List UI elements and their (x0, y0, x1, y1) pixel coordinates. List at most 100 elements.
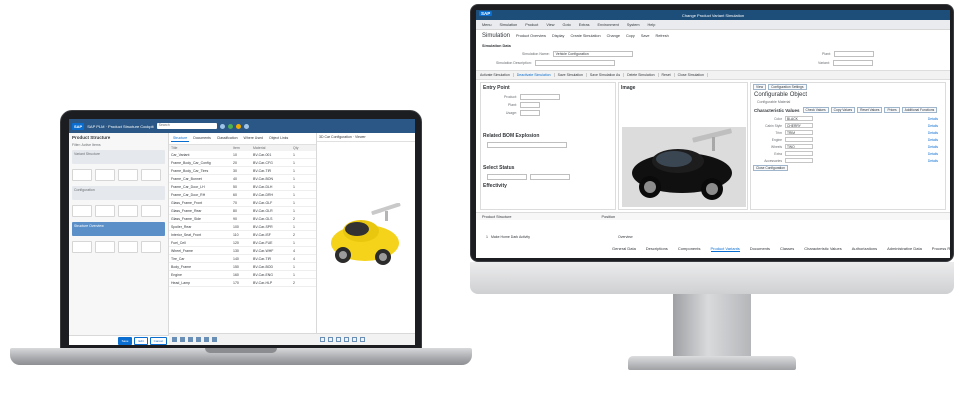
detail-tab[interactable]: Classes (780, 246, 794, 252)
structure-row[interactable]: 1 Make Home Dark Activity (480, 234, 536, 240)
table-row[interactable]: Frame_Car_Bonnet 40 BV-Car-BON 1 (169, 175, 316, 183)
table-row[interactable]: Head_Lamp 170 BV-Car-HLP 2 (169, 279, 316, 287)
action-button[interactable]: Deactivate Simulation (517, 73, 555, 77)
search-input[interactable]: Search (156, 123, 217, 129)
yellow-car-model[interactable] (327, 203, 405, 273)
tile[interactable] (72, 169, 92, 181)
usage-input[interactable] (520, 110, 540, 116)
table-row[interactable]: Glass_Frame_Front 70 BV-Car-GLF 1 (169, 199, 316, 207)
expand-icon[interactable] (172, 337, 177, 342)
detail-tab[interactable]: Administrative Data (887, 246, 922, 252)
action-button[interactable]: Delete Simulation (627, 73, 659, 77)
status-input-to[interactable] (530, 174, 570, 180)
sort-icon[interactable] (196, 337, 201, 342)
measure-icon[interactable] (352, 337, 357, 342)
toolbar-button[interactable]: Copy (626, 34, 635, 38)
left-band-2[interactable]: Configuration (72, 186, 165, 200)
details-link[interactable]: Details (928, 145, 942, 149)
product-input[interactable] (520, 94, 560, 100)
detail-tab[interactable]: Process Route (932, 246, 950, 252)
menu-item[interactable]: Menu (482, 23, 492, 27)
characteristic-value-input[interactable] (785, 151, 813, 156)
left-panel-filter[interactable]: Filter: Active Items (69, 142, 168, 148)
toolbar-button[interactable]: Product Overview (516, 34, 546, 38)
simulation-description-input[interactable] (534, 60, 615, 66)
collapse-icon[interactable] (180, 337, 185, 342)
tab-documents[interactable]: Documents (191, 135, 213, 142)
copy-values-button[interactable]: Copy Values (830, 107, 856, 113)
prices-button[interactable]: Prices (884, 107, 900, 113)
notification-icon[interactable] (227, 123, 233, 129)
check-values-button[interactable]: Check Values (802, 107, 829, 113)
additional-functions-button[interactable]: Additional Functions (901, 107, 938, 113)
action-button[interactable]: Save Simulation (558, 73, 587, 77)
detail-tab[interactable]: Components (678, 246, 701, 252)
search-icon[interactable] (219, 123, 225, 129)
menu-item[interactable]: Environment (598, 23, 619, 27)
menu-item[interactable]: Goto (563, 23, 571, 27)
detail-tab[interactable]: General Data (612, 246, 636, 252)
table-row[interactable]: Wheel_Frame 130 BV-Car-WHF 4 (169, 247, 316, 255)
table-row[interactable]: Frame_Body_Car_Config 20 BV-Car-CFG 1 (169, 159, 316, 167)
rotate-icon[interactable] (320, 337, 325, 342)
characteristic-value-input[interactable]: TRIM (785, 130, 813, 135)
zoom-icon[interactable] (336, 337, 341, 342)
table-row[interactable]: Frame_Car_Door_RH 60 BV-Car-DRH 1 (169, 191, 316, 199)
col-material[interactable]: Material (253, 146, 293, 150)
save-button[interactable]: Save (117, 336, 133, 345)
characteristic-value-input[interactable]: BLACK (785, 116, 813, 121)
col-item[interactable]: Item (233, 146, 253, 150)
tile[interactable] (118, 241, 138, 253)
table-row[interactable]: Interior_Seat_Front 110 BV-Car-ISF 2 (169, 231, 316, 239)
toolbar-button[interactable]: Display (552, 34, 564, 38)
configuration-settings-button[interactable]: Configuration Settings (768, 84, 807, 90)
detail-tab[interactable]: Characteristic Values (804, 246, 842, 252)
detail-tab[interactable]: Product Variants (710, 246, 740, 252)
table-row[interactable]: Glass_Frame_Rear 80 BV-Car-GLR 1 (169, 207, 316, 215)
menu-item[interactable]: Simulation (500, 23, 518, 27)
menu-item[interactable]: Help (648, 23, 656, 27)
characteristic-value-input[interactable] (785, 137, 813, 142)
export-icon[interactable] (204, 337, 209, 342)
action-button[interactable]: Save Simulation As (590, 73, 625, 77)
table-row[interactable]: Glass_Frame_Side 90 BV-Car-GLS 2 (169, 215, 316, 223)
toolbar-button[interactable]: Refresh (655, 34, 668, 38)
edit-button[interactable]: Edit (134, 336, 148, 345)
tab-object-links[interactable]: Object Links (267, 135, 290, 142)
table-row[interactable]: Fuel_Cell 120 BV-Car-FUE 1 (169, 239, 316, 247)
tile[interactable] (141, 205, 161, 217)
action-button[interactable]: Activate Simulation (480, 73, 514, 77)
cancel-button[interactable]: Cancel (149, 336, 167, 345)
detail-tab[interactable]: Descriptions (646, 246, 668, 252)
left-band-3[interactable]: Structure Overview (72, 222, 165, 236)
menu-item[interactable]: Product (525, 23, 538, 27)
details-link[interactable]: Details (928, 152, 942, 156)
table-row[interactable]: Body_Frame 150 BV-Car-BOD 1 (169, 263, 316, 271)
action-button[interactable]: Reset (662, 73, 675, 77)
camera-icon[interactable] (360, 337, 365, 342)
tile[interactable] (141, 169, 161, 181)
variant-input[interactable] (832, 60, 873, 66)
user-avatar-icon[interactable] (243, 123, 249, 129)
tile[interactable] (141, 241, 161, 253)
col-title[interactable]: Title (171, 146, 233, 150)
col-qty[interactable]: Qty (293, 146, 313, 150)
filter-icon[interactable] (188, 337, 193, 342)
table-row[interactable]: Car_Variant 10 BV-Car-001 1 (169, 151, 316, 159)
details-link[interactable]: Details (928, 124, 942, 128)
table-row[interactable]: Tire_Car 140 BV-Car-TIR 4 (169, 255, 316, 263)
tab-structure[interactable]: Structure (171, 135, 190, 142)
reset-values-button[interactable]: Reset Values (857, 107, 883, 113)
tile[interactable] (118, 169, 138, 181)
details-link[interactable]: Details (928, 131, 942, 135)
detail-tab[interactable]: Authorizations (852, 246, 877, 252)
tile[interactable] (95, 205, 115, 217)
left-band-1[interactable]: Variant Structure (72, 150, 165, 164)
close-configuration-button[interactable]: Close Configuration (753, 165, 788, 171)
tile[interactable] (72, 205, 92, 217)
table-row[interactable]: Spoiler_Rear 100 BV-Car-SPR 1 (169, 223, 316, 231)
simulation-name-input[interactable]: Vehicle Configuration (552, 51, 633, 57)
plant-input[interactable] (520, 102, 540, 108)
menu-item[interactable]: System (627, 23, 640, 27)
table-row[interactable]: Frame_Car_Door_LH 50 BV-Car-DLH 1 (169, 183, 316, 191)
